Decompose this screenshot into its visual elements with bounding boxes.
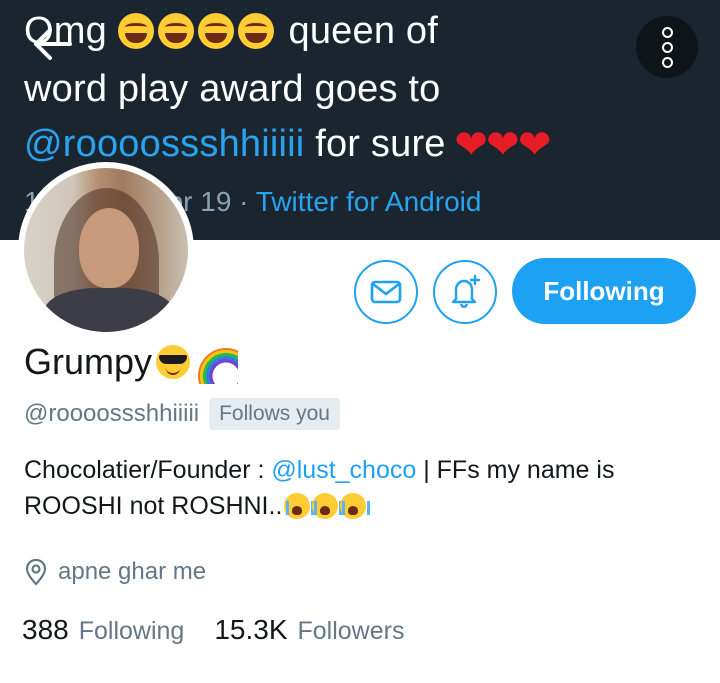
- location-pin-icon: [25, 558, 47, 586]
- profile-handle: @roooossshhiiiii: [24, 400, 200, 427]
- avatar[interactable]: [18, 162, 194, 338]
- banner-text-queen: queen of: [288, 10, 439, 52]
- back-arrow-icon: [34, 28, 72, 60]
- follow-stats: 388 Following 15.3K Followers: [22, 614, 404, 646]
- banner-text-line-1: Omg queen of: [24, 10, 438, 53]
- profile-bio: Chocolatier/Founder : @lust_choco | FFs …: [24, 452, 704, 524]
- banner-mention: @roooossshhiiiii: [24, 123, 305, 165]
- followers-count: 15.3K: [214, 614, 288, 645]
- laughing-emoji-icon: [237, 13, 274, 49]
- bell-plus-icon: [451, 274, 481, 309]
- back-button[interactable]: [30, 22, 74, 66]
- message-button[interactable]: [354, 260, 418, 324]
- location-row: apne ghar me: [24, 558, 206, 586]
- followers-stat[interactable]: 15.3K Followers: [214, 614, 404, 646]
- more-options-button[interactable]: [636, 16, 698, 78]
- bio-text: ROOSHI not ROSHNI..: [24, 492, 283, 520]
- bio-text: Chocolatier/Founder :: [24, 456, 272, 484]
- avatar-photo: [24, 168, 188, 332]
- following-label: Following: [78, 617, 185, 645]
- more-dot-icon: [661, 26, 673, 38]
- more-dot-icon: [661, 56, 673, 68]
- following-count: 388: [22, 614, 69, 645]
- avatar-shirt: [44, 288, 174, 332]
- laughing-emoji-icon: [197, 13, 234, 49]
- crying-emoji-icon: [284, 493, 315, 519]
- laughing-emoji-icon: [117, 13, 154, 49]
- following-stat[interactable]: 388 Following: [22, 614, 184, 646]
- profile-name: Grumpy: [24, 341, 153, 382]
- banner-text-for-sure: for sure: [315, 123, 446, 165]
- follows-you-badge: Follows you: [209, 398, 340, 430]
- following-button[interactable]: Following: [512, 258, 696, 324]
- profile-name-row: Grumpy: [24, 340, 239, 384]
- heart-icon: ❤: [517, 123, 552, 167]
- handle-row: @roooossshhiiiii Follows you: [24, 398, 340, 430]
- tweet-source: Twitter for Android: [255, 186, 482, 217]
- rainbow-emoji-icon: [194, 340, 239, 384]
- location-text: apne ghar me: [58, 558, 207, 585]
- followers-label: Followers: [297, 617, 405, 645]
- heart-icon: ❤: [486, 123, 520, 167]
- crying-emoji-icon: [340, 493, 371, 519]
- sunglasses-emoji-icon: [156, 345, 191, 379]
- more-dot-icon: [661, 41, 673, 53]
- banner-text-line-2: word play award goes to: [24, 68, 441, 110]
- bio-text: | FFs my name is: [416, 456, 615, 484]
- notifications-button[interactable]: [433, 260, 497, 324]
- heart-icon: ❤: [454, 123, 489, 167]
- bio-mention-link[interactable]: @lust_choco: [271, 456, 416, 484]
- crying-emoji-icon: [312, 493, 343, 519]
- avatar-face: [79, 208, 139, 288]
- mail-icon: [370, 280, 402, 304]
- laughing-emoji-icon: [157, 13, 194, 49]
